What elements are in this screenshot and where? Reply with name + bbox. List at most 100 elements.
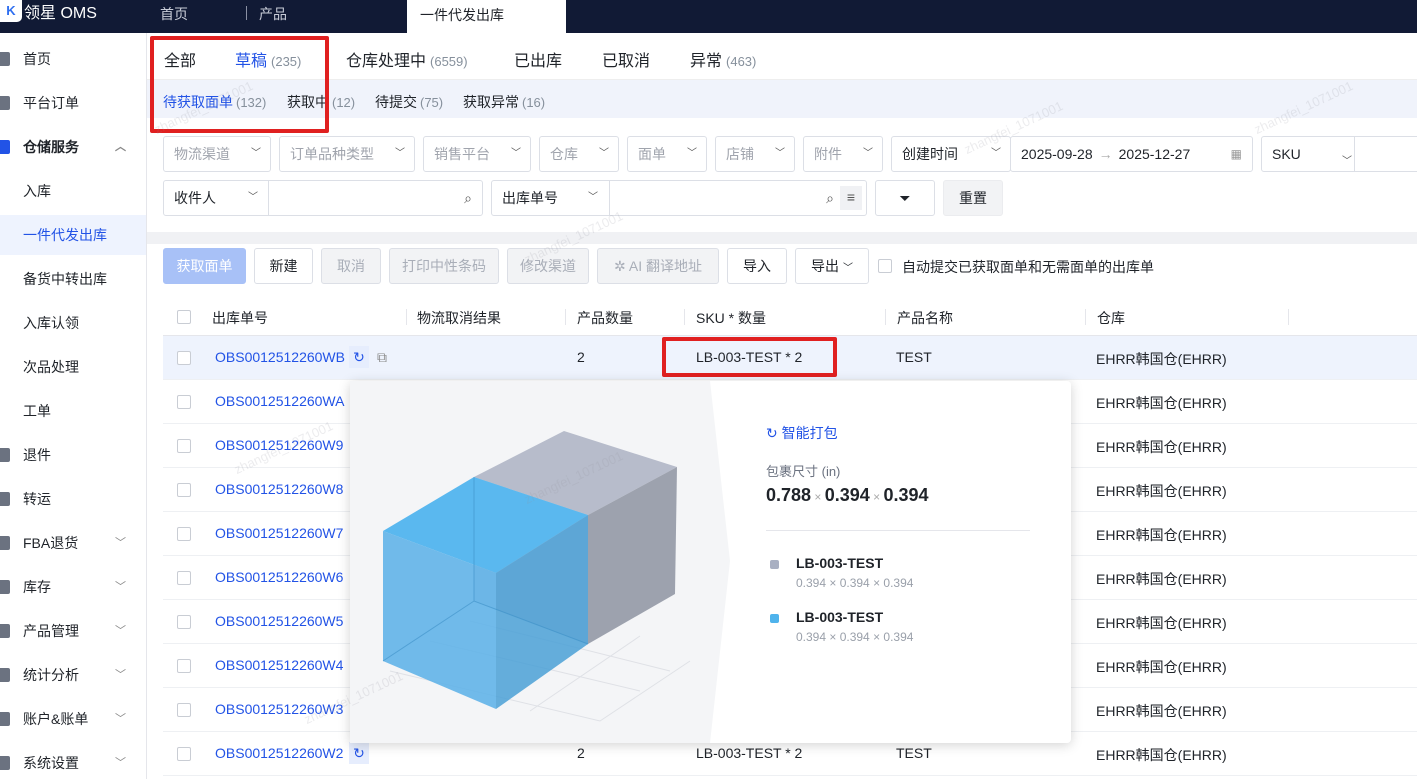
new-button[interactable]: 新建: [254, 248, 313, 284]
size-label: 包裹尺寸 (in): [766, 464, 841, 479]
select-label: 订单品种类型: [290, 146, 374, 162]
subtab-fetch-error[interactable]: 获取异常 (16): [463, 92, 545, 112]
logistics-channel-select[interactable]: 物流渠道 ﹀: [163, 136, 271, 172]
nav-home[interactable]: 首页: [160, 4, 188, 24]
sidebar-item[interactable]: 退件: [0, 435, 146, 475]
filter-settings-button[interactable]: ⏷: [875, 180, 935, 216]
row-checkbox[interactable]: [177, 439, 191, 453]
import-button[interactable]: 导入: [727, 248, 787, 284]
order-no-link[interactable]: OBS0012512260WB: [215, 349, 345, 365]
ai-translate-button[interactable]: ✲ AI 翻译地址: [597, 248, 719, 284]
order-no-link[interactable]: OBS0012512260W6: [215, 569, 343, 585]
warehouse-select[interactable]: 仓库 ﹀: [539, 136, 619, 172]
copy-icon[interactable]: ⧉: [377, 349, 387, 366]
cancel-button[interactable]: 取消: [321, 248, 381, 284]
order-no-link[interactable]: OBS0012512260W3: [215, 701, 343, 717]
tab-exception[interactable]: 异常 (463): [690, 47, 756, 71]
search-icon[interactable]: ⌕: [826, 181, 834, 215]
row-checkbox[interactable]: [177, 615, 191, 629]
date-type-select[interactable]: 创建时间 ﹀: [891, 136, 1011, 172]
warehouse: EHRR韩国仓(EHRR): [1096, 527, 1227, 543]
sub-tabs: 待获取面单 (132) 获取中 (12) 待提交 (75) 获取异常 (16): [147, 80, 1417, 118]
nav-product[interactable]: 产品: [259, 4, 287, 24]
row-checkbox[interactable]: [177, 571, 191, 585]
export-button[interactable]: 导出 ﹀: [795, 248, 869, 284]
order-type-select[interactable]: 订单品种类型 ﹀: [279, 136, 415, 172]
dim-height: 0.394: [883, 485, 929, 505]
search-icon[interactable]: ⌕: [464, 181, 472, 215]
sidebar-item[interactable]: 统计分析 ﹀: [0, 655, 146, 695]
platform-select[interactable]: 销售平台 ﹀: [423, 136, 531, 172]
sidebar-item[interactable]: 入库: [0, 171, 146, 211]
sidebar-item-label: 统计分析: [23, 667, 79, 683]
reset-button[interactable]: 重置: [943, 180, 1003, 216]
batch-input-icon[interactable]: ≡: [840, 186, 862, 210]
legend-gray-swatch: [770, 560, 779, 569]
sidebar-item[interactable]: 一件代发出库: [0, 215, 146, 255]
button-label: 导出: [811, 258, 840, 274]
row-checkbox[interactable]: [177, 747, 191, 761]
tab-processing[interactable]: 仓库处理中 (6559): [346, 47, 468, 71]
fba-icon: [0, 536, 10, 550]
row-checkbox[interactable]: [177, 395, 191, 409]
order-no-link[interactable]: OBS0012512260W4: [215, 657, 343, 673]
date-range-picker[interactable]: 2025-09-28 → 2025-12-27 ▦: [1010, 136, 1253, 172]
recipient-search[interactable]: 收件人 ﹀ ⌕: [163, 180, 483, 216]
sidebar-item[interactable]: FBA退货 ﹀: [0, 523, 146, 563]
label-select[interactable]: 面单 ﹀: [627, 136, 707, 172]
sidebar-item[interactable]: 系统设置 ﹀: [0, 743, 146, 783]
divider: [1085, 309, 1086, 325]
order-no-link[interactable]: OBS0012512260W8: [215, 481, 343, 497]
sidebar: 首页 平台订单 仓储服务 ︿ 入库一件代发出库备货中转出库 入库认领 次品处理 工单 退件 转运 F…: [0, 33, 147, 779]
sidebar-item[interactable]: 仓储服务 ︿: [0, 127, 146, 167]
sidebar-item[interactable]: 入库认领: [0, 303, 146, 343]
order-no-link[interactable]: OBS0012512260W9: [215, 437, 343, 453]
sidebar-item[interactable]: 次品处理: [0, 347, 146, 387]
order-no-link[interactable]: OBS0012512260W2: [215, 745, 343, 761]
select-label: 出库单号: [502, 190, 558, 206]
smart-pack-icon[interactable]: ↻: [349, 346, 369, 368]
sidebar-item-label: 产品管理: [23, 623, 79, 639]
subtab-to-submit[interactable]: 待提交 (75): [375, 92, 443, 112]
sidebar-item[interactable]: 转运: [0, 479, 146, 519]
sidebar-item[interactable]: 工单: [0, 391, 146, 431]
return-icon: [0, 448, 10, 462]
sidebar-item[interactable]: 产品管理 ﹀: [0, 611, 146, 651]
order-no-link[interactable]: OBS0012512260WA: [215, 393, 344, 409]
sidebar-item-label: 一件代发出库: [23, 227, 107, 243]
section-divider: [147, 232, 1417, 244]
order-no-link[interactable]: OBS0012512260W7: [215, 525, 343, 541]
order-no-link[interactable]: OBS0012512260W5: [215, 613, 343, 629]
auto-submit-checkbox[interactable]: [878, 259, 892, 273]
sidebar-item[interactable]: 平台订单: [0, 83, 146, 123]
smart-packing-title[interactable]: ↻ 智能打包: [766, 423, 838, 443]
fetch-label-button[interactable]: 获取面单: [163, 248, 246, 284]
row-checkbox[interactable]: [177, 351, 191, 365]
sidebar-item[interactable]: 账户&账单 ﹀: [0, 699, 146, 739]
tab-cancelled[interactable]: 已取消: [602, 47, 650, 71]
row-checkbox[interactable]: [177, 527, 191, 541]
active-page-tab[interactable]: 一件代发出库: [407, 0, 566, 33]
select-all-checkbox[interactable]: [177, 310, 191, 324]
attachment-select[interactable]: 附件 ﹀: [803, 136, 883, 172]
sidebar-item[interactable]: 备货中转出库: [0, 259, 146, 299]
item-dims: 0.394 × 0.394 × 0.394: [796, 630, 914, 644]
print-barcode-button[interactable]: 打印中性条码: [389, 248, 499, 284]
store-select[interactable]: 店铺 ﹀: [715, 136, 795, 172]
row-checkbox[interactable]: [177, 483, 191, 497]
warehouse: EHRR韩国仓(EHRR): [1096, 439, 1227, 455]
order-no-search[interactable]: 出库单号 ﹀ ⌕ ≡: [491, 180, 867, 216]
divider: [565, 309, 566, 325]
row-checkbox[interactable]: [177, 659, 191, 673]
smart-pack-icon[interactable]: ↻: [349, 742, 369, 764]
tab-shipped[interactable]: 已出库: [514, 47, 562, 71]
row-checkbox[interactable]: [177, 703, 191, 717]
sidebar-item[interactable]: 首页: [0, 39, 146, 79]
item-dims: 0.394 × 0.394 × 0.394: [796, 576, 914, 590]
modify-channel-button[interactable]: 修改渠道: [507, 248, 589, 284]
subtab-label: 获取异常: [463, 94, 519, 110]
sku-search[interactable]: SKU ﹀: [1261, 136, 1417, 172]
sidebar-item-label: 系统设置: [23, 755, 79, 771]
sidebar-item[interactable]: 库存 ﹀: [0, 567, 146, 607]
tab-count: (463): [726, 54, 757, 69]
